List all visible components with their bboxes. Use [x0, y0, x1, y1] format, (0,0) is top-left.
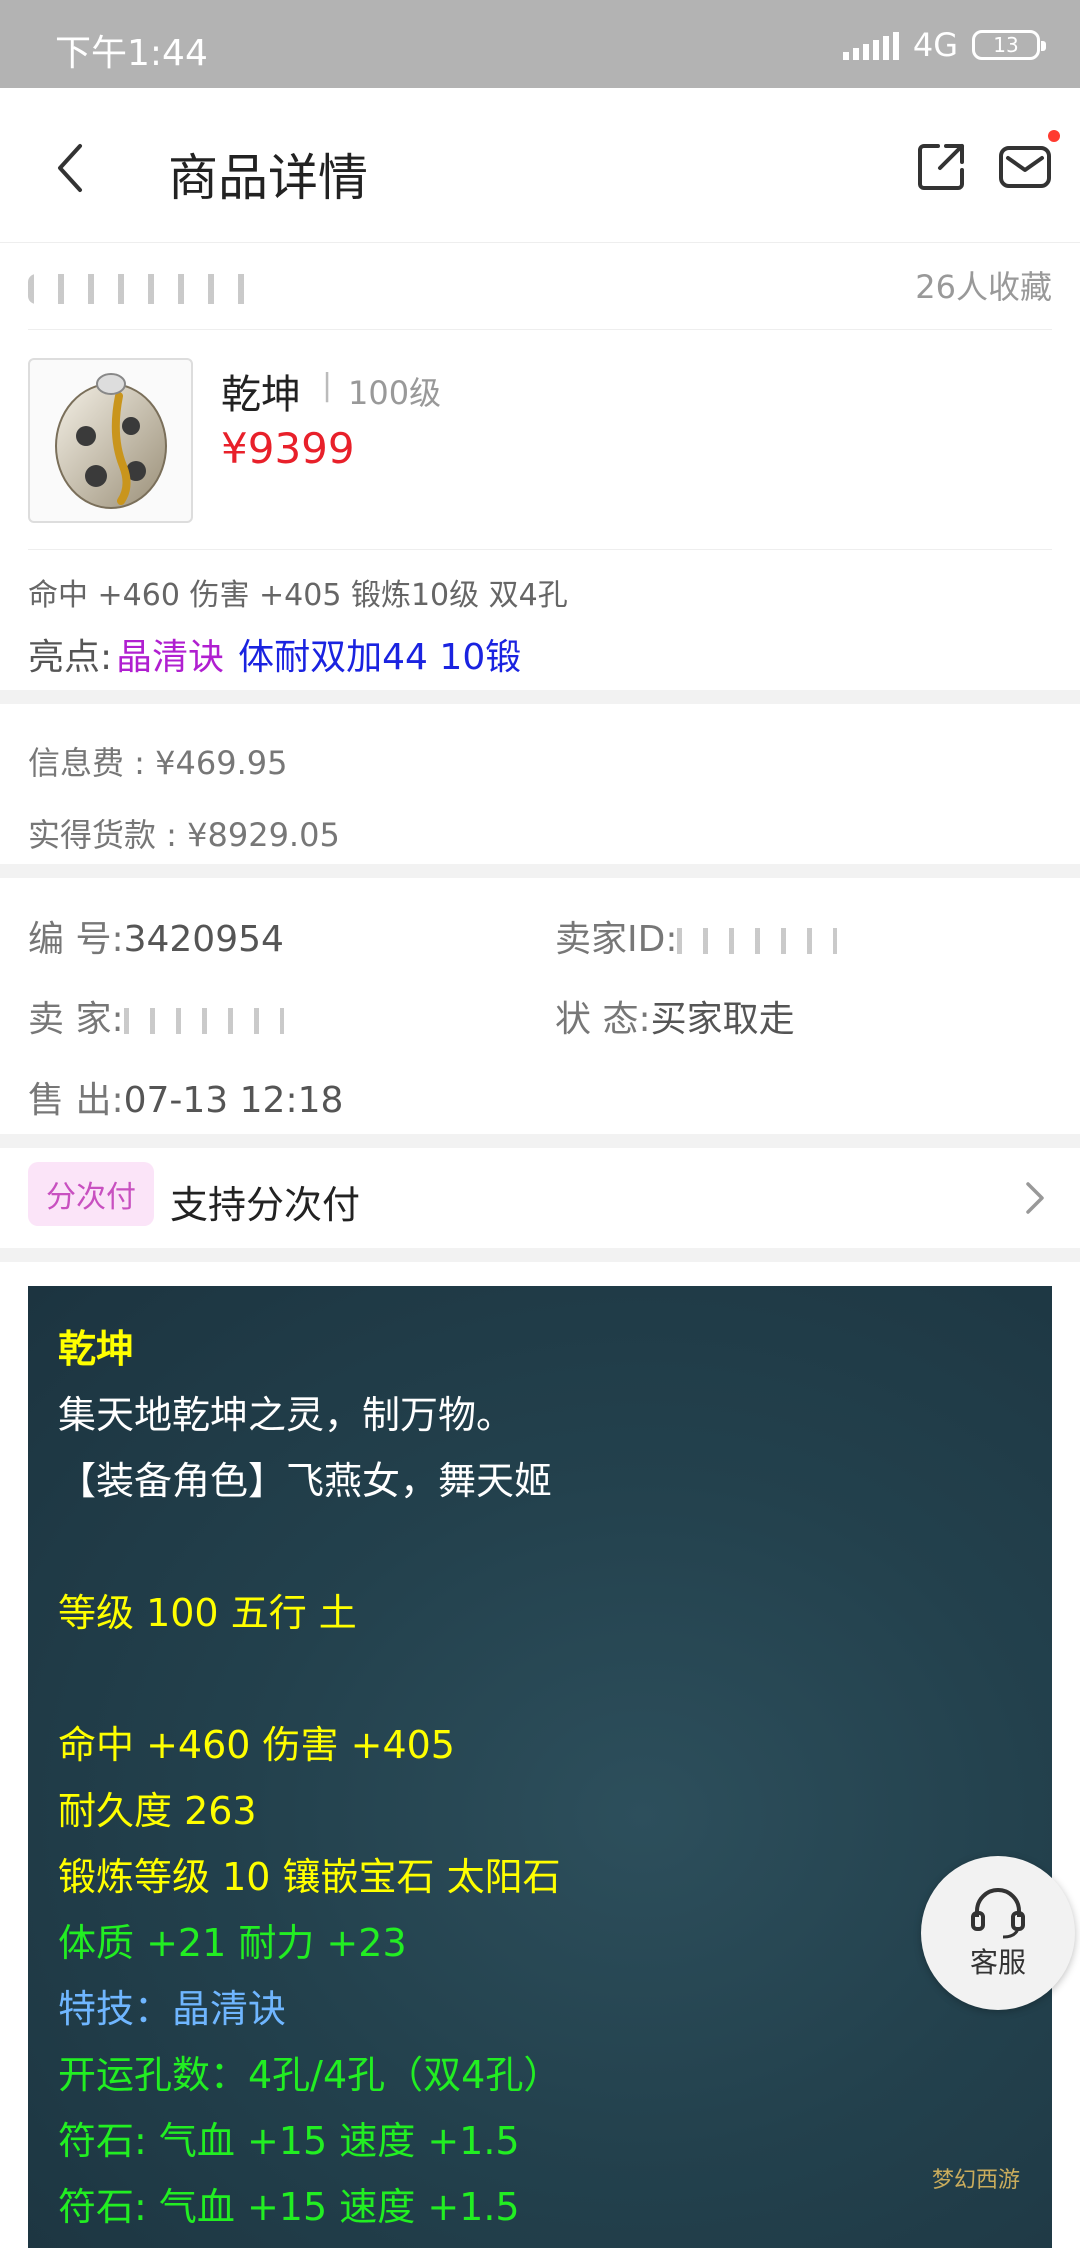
product-name: 乾坤 — [221, 372, 301, 418]
desc-line: 耐久度 263 — [58, 1789, 257, 1833]
order-number-value: 3420954 — [123, 919, 284, 960]
unread-dot — [1048, 130, 1060, 142]
customer-service-button[interactable]: 客服 — [921, 1856, 1075, 2010]
status-time: 下午1:44 — [55, 33, 208, 74]
network-type: 4G — [912, 26, 958, 64]
highlights-label: 亮点: — [28, 637, 113, 678]
signal-icon — [842, 30, 899, 60]
battery-level: 13 — [993, 33, 1019, 57]
seller-redacted — [123, 1008, 284, 1034]
favorite-count[interactable]: 26人收藏 — [915, 262, 1052, 308]
product-thumbnail[interactable] — [28, 358, 193, 523]
seller-label: 卖 家: — [28, 999, 124, 1040]
chevron-left-icon — [58, 144, 82, 192]
sold-value: 07-13 12:18 — [123, 1080, 344, 1121]
product-level: 100级 — [348, 374, 442, 412]
installment-badge: 分次付 — [28, 1162, 154, 1226]
seller-row: 26人收藏 — [28, 250, 1052, 330]
seller: 卖 家: — [28, 990, 284, 1042]
installment-text: 支持分次付 — [170, 1183, 361, 1227]
status-bar: 下午1:44 4G 13 — [0, 0, 1080, 88]
desc-line: 等级 100 五行 土 — [58, 1591, 357, 1635]
back-button[interactable] — [50, 138, 100, 198]
product-price: ¥9399 — [221, 424, 355, 473]
product-separator: | — [322, 368, 333, 403]
desc-line: 开运孔数：4孔/4孔（双4孔） — [58, 2053, 562, 2097]
desc-line: 集天地乾坤之灵，制万物。 — [58, 1393, 515, 1437]
headset-icon — [971, 1888, 1025, 1939]
messages-button[interactable] — [998, 140, 1052, 192]
desc-line: 命中 +460 伤害 +405 — [58, 1723, 455, 1767]
page-title: 商品详情 — [168, 149, 368, 207]
status-indicators: 4G 13 — [842, 26, 1046, 64]
seller-id: 卖家ID: — [555, 910, 838, 962]
item-description-panel: 乾坤 集天地乾坤之灵，制万物。 【装备角色】飞燕女，舞天姬 等级 100 五行 … — [28, 1286, 1052, 2248]
weapon-ring-icon — [54, 372, 167, 509]
desc-line: 体质 +21 耐力 +23 — [58, 1921, 407, 1965]
mail-icon — [999, 146, 1051, 188]
desc-line: 符石: 气血 +15 速度 +1.5 — [58, 2185, 520, 2229]
customer-service-label: 客服 — [969, 1946, 1026, 1979]
highlight-stats: 体耐双加44 10锻 — [238, 637, 522, 678]
seller-id-redacted — [677, 928, 838, 954]
battery-icon: 13 — [972, 30, 1046, 60]
share-icon — [918, 144, 964, 190]
app-header: 商品详情 — [0, 88, 1080, 243]
section-divider — [0, 690, 1080, 704]
product-highlights: 亮点: 晶清诀 体耐双加44 10锻 — [28, 628, 521, 680]
share-button[interactable] — [916, 140, 968, 192]
desc-title: 乾坤 — [58, 1327, 135, 1371]
seller-id-label: 卖家ID: — [555, 919, 678, 960]
info-fee: 信息费 : ¥469.95 — [28, 744, 288, 782]
section-divider — [0, 1134, 1080, 1148]
order-number-label: 编 号: — [28, 919, 124, 960]
order-status: 状 态:买家取走 — [555, 990, 795, 1042]
status-value: 买家取走 — [650, 999, 795, 1040]
sold-label: 售 出: — [28, 1080, 124, 1121]
highlight-skill: 晶清诀 — [116, 637, 225, 678]
seller-name-redacted — [28, 274, 258, 304]
status-label: 状 态: — [555, 999, 651, 1040]
received-amount: 实得货款 : ¥8929.05 — [28, 816, 340, 854]
desc-line: 【装备角色】飞燕女，舞天姬 — [58, 1459, 553, 1503]
forum-watermark: 梦幻西游 — [932, 2168, 1021, 2193]
desc-line: 符石: 气血 +15 速度 +1.5 — [58, 2119, 520, 2163]
sold-time: 售 出:07-13 12:18 — [28, 1071, 343, 1123]
section-divider — [0, 864, 1080, 878]
product-attributes: 命中 +460 伤害 +405 锻炼10级 双4孔 — [28, 578, 568, 613]
product-summary[interactable]: 乾坤 | 100级 ¥9399 — [28, 358, 1052, 550]
section-divider — [0, 1248, 1080, 1262]
chevron-right-icon — [1026, 1182, 1044, 1214]
order-number: 编 号:3420954 — [28, 910, 284, 962]
desc-line: 锻炼等级 10 镶嵌宝石 太阳石 — [58, 1855, 561, 1899]
desc-line: 特技：晶清诀 — [58, 1987, 287, 2031]
installment-row[interactable]: 分次付 支持分次付 — [0, 1148, 1080, 1248]
